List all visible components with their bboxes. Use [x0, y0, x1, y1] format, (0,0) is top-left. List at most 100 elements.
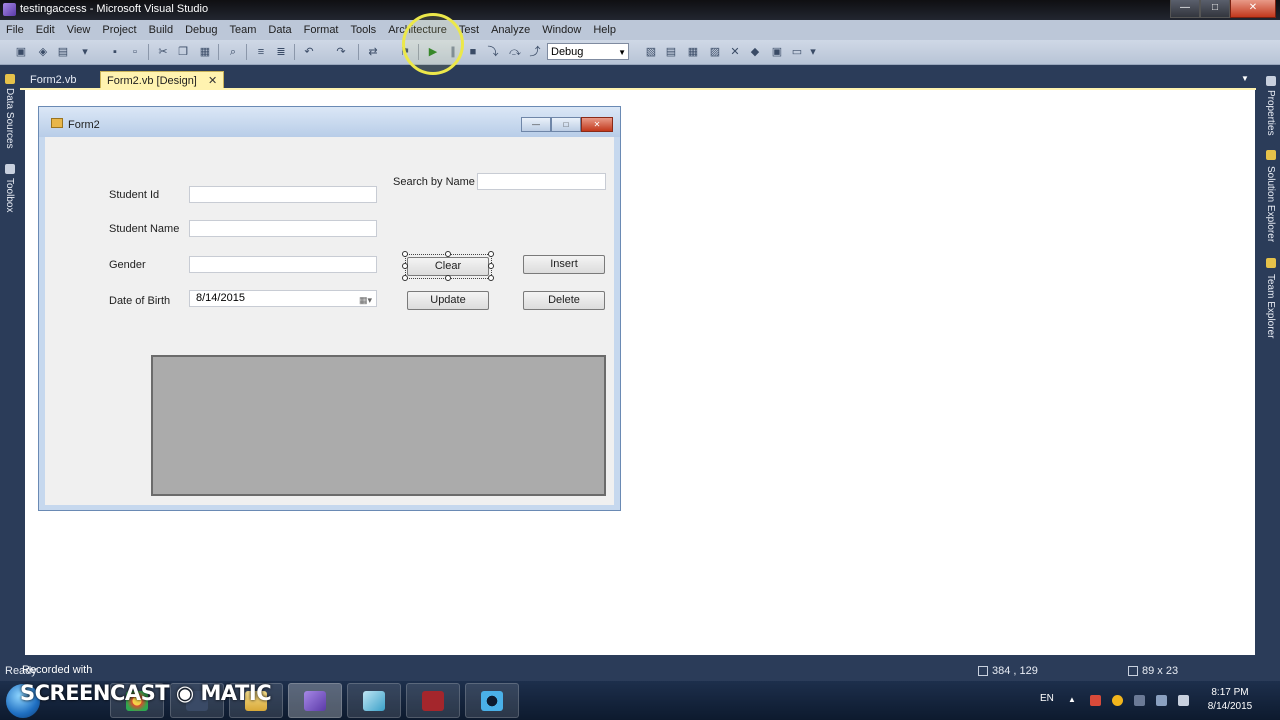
student-name-textbox[interactable] — [189, 220, 377, 237]
student-id-textbox[interactable] — [189, 186, 377, 203]
dob-datepicker[interactable]: 8/14/2015 ▦▾ — [189, 290, 377, 307]
tab-form2-design[interactable]: Form2.vb [Design] ✕ — [100, 71, 225, 89]
language-indicator[interactable]: EN — [1040, 693, 1054, 704]
menu-analyze[interactable]: Analyze — [485, 20, 536, 40]
tab-form2-code[interactable]: Form2.vb — [24, 71, 82, 89]
copy-icon[interactable]: ❐ — [176, 45, 190, 59]
dob-label[interactable]: Date of Birth — [109, 295, 170, 307]
form-title: Form2 — [68, 119, 100, 131]
open-dropdown-icon[interactable]: ▾ — [78, 45, 92, 59]
menu-build[interactable]: Build — [143, 20, 179, 40]
resize-handle[interactable] — [402, 263, 408, 269]
redo-icon[interactable]: ↷ — [334, 45, 348, 59]
delete-button[interactable]: Delete — [523, 291, 605, 310]
comment-icon[interactable]: ≡ — [254, 45, 268, 59]
taskbar-visual-studio-icon[interactable] — [288, 683, 342, 718]
resize-handle[interactable] — [488, 251, 494, 257]
menu-edit[interactable]: Edit — [30, 20, 61, 40]
resize-handle[interactable] — [488, 275, 494, 281]
tab-overflow-icon[interactable]: ▼ — [1241, 74, 1249, 83]
solution-configuration-select[interactable]: Debug ▼ — [547, 43, 629, 60]
uncomment-icon[interactable]: ≣ — [274, 45, 288, 59]
taskbar-app-icon[interactable] — [347, 683, 401, 718]
step-over-icon[interactable]: ⤼ — [508, 45, 522, 59]
extension-icon[interactable]: ▣ — [770, 45, 784, 59]
tray-app2-icon[interactable] — [1134, 695, 1145, 706]
step-into-icon[interactable]: ⤵ — [486, 45, 500, 59]
tray-app-icon[interactable] — [1112, 695, 1123, 706]
minimize-button[interactable]: — — [1170, 0, 1200, 18]
tools-icon[interactable]: ✕ — [728, 45, 742, 59]
access-icon — [422, 691, 444, 711]
object-browser-icon[interactable]: ▦ — [686, 45, 700, 59]
start-debugging-icon[interactable]: ▶ — [426, 45, 440, 59]
taskbar-media-icon[interactable] — [465, 683, 519, 718]
form-icon — [51, 118, 63, 128]
pause-icon[interactable]: ∥ — [446, 45, 460, 59]
menu-project[interactable]: Project — [96, 20, 142, 40]
toolbox-icon[interactable]: ▨ — [708, 45, 722, 59]
solution-explorer-tab[interactable]: Solution Explorer — [1265, 166, 1276, 242]
step-out-icon[interactable]: ⤴ — [528, 45, 542, 59]
menu-view[interactable]: View — [61, 20, 97, 40]
menu-debug[interactable]: Debug — [179, 20, 223, 40]
resize-handle[interactable] — [402, 275, 408, 281]
stop-icon[interactable]: ■ — [466, 45, 480, 59]
resize-handle[interactable] — [488, 263, 494, 269]
resize-handle[interactable] — [402, 251, 408, 257]
search-label[interactable]: Search by Name — [393, 176, 475, 188]
team-icon[interactable]: ◆ — [748, 45, 762, 59]
undo-icon[interactable]: ↶ — [302, 45, 316, 59]
save-all-icon[interactable]: ▫ — [128, 45, 142, 59]
search-textbox[interactable] — [477, 173, 606, 190]
save-icon[interactable]: ▪ — [108, 45, 122, 59]
tab-label: Form2.vb — [30, 74, 77, 86]
clear-button[interactable]: Clear — [407, 257, 489, 276]
student-id-label[interactable]: Student Id — [109, 189, 159, 201]
properties-icon[interactable]: ▤ — [664, 45, 678, 59]
system-clock[interactable]: 8:17 PM 8/14/2015 — [1200, 686, 1260, 714]
paste-icon[interactable]: ▦ — [198, 45, 212, 59]
add-item-icon[interactable]: ◈ — [36, 45, 50, 59]
menu-file[interactable]: File — [0, 20, 30, 40]
menu-test[interactable]: Test — [453, 20, 485, 40]
menu-help[interactable]: Help — [587, 20, 622, 40]
menu-window[interactable]: Window — [536, 20, 587, 40]
student-name-label[interactable]: Student Name — [109, 223, 179, 235]
bookmark-icon[interactable]: ⚑ — [398, 45, 412, 59]
resize-handle[interactable] — [445, 251, 451, 257]
solution-explorer-icon[interactable]: ▧ — [644, 45, 658, 59]
update-button[interactable]: Update — [407, 291, 489, 310]
insert-button[interactable]: Insert — [523, 255, 605, 274]
new-project-icon[interactable]: ▣ — [14, 45, 28, 59]
team-explorer-tab[interactable]: Team Explorer — [1265, 274, 1276, 338]
data-grid-view[interactable] — [151, 355, 606, 496]
status-size: 89 x 23 — [1142, 665, 1179, 677]
window-icon[interactable]: ▭ — [790, 45, 804, 59]
network-icon[interactable] — [1156, 695, 1167, 706]
open-file-icon[interactable]: ▤ — [56, 45, 70, 59]
calendar-dropdown-icon[interactable]: ▦▾ — [359, 293, 372, 308]
menu-data[interactable]: Data — [262, 20, 297, 40]
menu-team[interactable]: Team — [224, 20, 263, 40]
menu-format[interactable]: Format — [298, 20, 345, 40]
data-sources-tab[interactable]: Data Sources — [4, 88, 15, 149]
resize-handle[interactable] — [445, 275, 451, 281]
tray-expand-icon[interactable]: ▲ — [1068, 695, 1079, 706]
toolbox-tab[interactable]: Toolbox — [4, 178, 15, 212]
gender-label[interactable]: Gender — [109, 259, 146, 271]
maximize-button[interactable]: □ — [1200, 0, 1230, 18]
properties-tab[interactable]: Properties — [1265, 90, 1276, 136]
menu-tools[interactable]: Tools — [345, 20, 383, 40]
navigate-icon[interactable]: ⇄ — [366, 45, 380, 59]
configuration-value: Debug — [551, 46, 584, 58]
cut-icon[interactable]: ✂ — [156, 45, 170, 59]
find-icon[interactable]: ⌕ — [226, 45, 240, 59]
menu-architecture[interactable]: Architecture — [382, 20, 453, 40]
gender-textbox[interactable] — [189, 256, 377, 273]
volume-icon[interactable] — [1178, 695, 1189, 706]
toolbar-options-icon[interactable]: ▾ — [806, 45, 820, 59]
taskbar-access-icon[interactable] — [406, 683, 460, 718]
close-button[interactable]: ✕ — [1230, 0, 1276, 18]
action-center-icon[interactable] — [1090, 695, 1101, 706]
